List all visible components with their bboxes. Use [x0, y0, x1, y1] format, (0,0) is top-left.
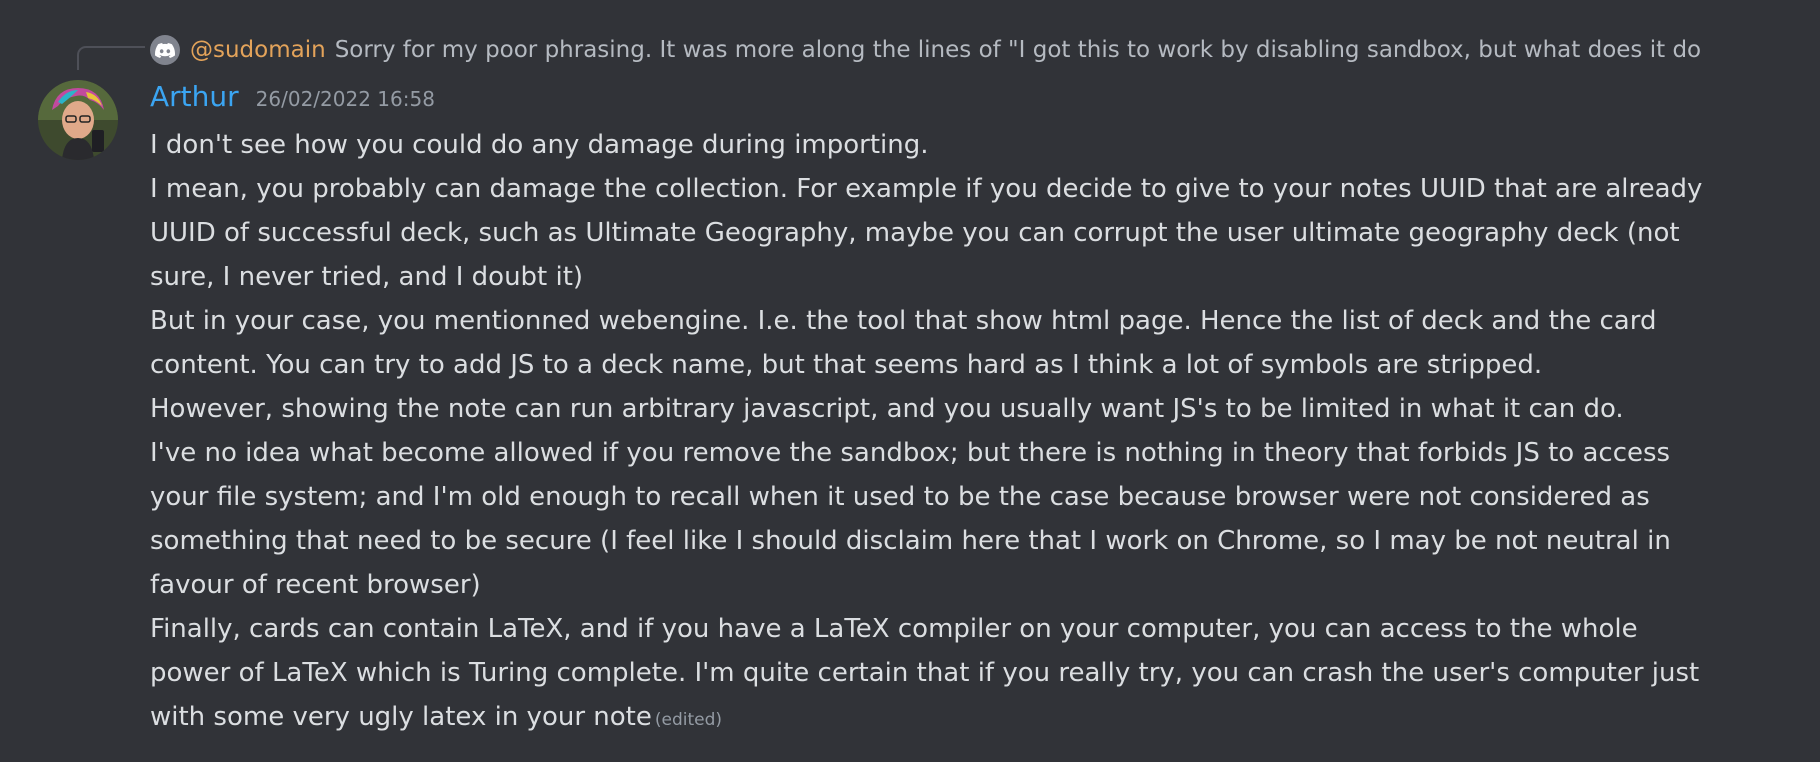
chat-message: @sudomain Sorry for my poor phrasing. It… [0, 0, 1820, 762]
reply-connector-line [77, 46, 145, 70]
edited-label: (edited) [654, 710, 723, 730]
author-name[interactable]: Arthur [150, 80, 239, 113]
discord-logo-icon [150, 35, 180, 65]
reply-author-mention[interactable]: @sudomain [190, 37, 326, 63]
reply-text-preview[interactable]: Sorry for my poor phrasing. It was more … [335, 37, 1701, 63]
avatar[interactable] [38, 80, 118, 160]
message-paragraph: I mean, you probably can damage the coll… [150, 174, 1703, 292]
message-header: Arthur 26/02/2022 16:58 [150, 80, 435, 120]
message-timestamp[interactable]: 26/02/2022 16:58 [256, 87, 435, 111]
message-paragraph: I don't see how you could do any damage … [150, 130, 929, 160]
reply-preview[interactable]: @sudomain Sorry for my poor phrasing. It… [150, 35, 1715, 65]
message-content: I don't see how you could do any damage … [150, 123, 1710, 742]
message-paragraph-text: Finally, cards can contain LaTeX, and if… [150, 614, 1700, 732]
message-paragraph: I've no idea what become allowed if you … [150, 438, 1671, 600]
message-paragraph-last: Finally, cards can contain LaTeX, and if… [150, 607, 1710, 742]
message-paragraph: However, showing the note can run arbitr… [150, 394, 1624, 424]
message-paragraph: But in your case, you mentionned webengi… [150, 306, 1657, 380]
